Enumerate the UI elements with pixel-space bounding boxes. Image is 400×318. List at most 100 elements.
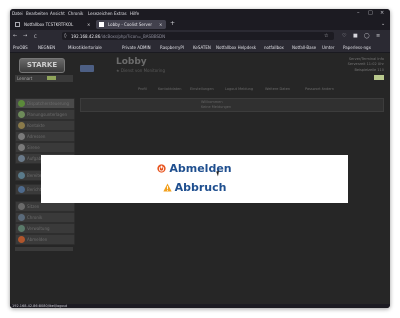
user-status-tag [47,76,56,80]
tab-label: Lobby - Coolist Server [108,22,152,27]
tab-notfallbox[interactable]: Notfallbox TCSTKRTFKOL × [12,20,94,29]
bookmark-item[interactable]: Notfallbox Helpdesk [216,45,256,50]
status-bar: 192.168.42.86:8080/Ikel/logout [10,304,390,308]
logout-dialog: Abmelden Abbruch [41,155,348,203]
power-icon [157,164,167,173]
menu-tools[interactable]: Extras [114,11,127,16]
sidebar-item-icon [18,172,25,179]
bookmark-item[interactable]: Notfall-Base [292,45,316,50]
sidebar-item-icon [18,100,25,107]
user-box: Lennart [15,75,73,82]
sidebar-item-label: Sirene [27,145,40,150]
menu-view[interactable]: Ansicht [50,11,65,16]
app-logo: STARKE [19,58,65,73]
sidebar-item[interactable]: Sirene [15,142,75,153]
sidebar-item-label: Abmelden [27,237,48,242]
bookmark-item[interactable]: Private ADMIN [122,45,151,50]
menu-history[interactable]: Chronik [68,11,83,16]
bookmark-item[interactable]: RaspberryPI [160,45,184,50]
page-icon [15,22,20,27]
nav-tab[interactable]: Passwort ändern [305,87,334,91]
server-info-line: Serverzeit 11:02 Uhr [347,62,384,66]
bookmark-item[interactable]: notfallbox [264,45,284,50]
bookmark-item[interactable]: KeSATEN [193,45,211,50]
menu-help[interactable]: Hilfe [130,11,139,16]
tab-list-icon[interactable]: ⌄ [381,21,385,27]
sidebar-item-icon [18,144,25,151]
reload-button[interactable]: C [34,34,37,39]
nav-tab[interactable]: Weitere Daten [265,87,290,91]
sidebar-item[interactable]: Kontakte [15,120,75,131]
nav-tab[interactable]: Einstellungen [190,87,214,91]
user-name: Lennart [17,76,33,81]
sidebar-item-label: Planungsunterlagen [27,112,68,117]
nav-tab[interactable]: Logout Meldung [225,87,253,91]
nav-tab[interactable]: Profil [138,87,147,91]
page-icon [99,22,104,27]
bookmarks-toolbar: ProOBS NEGNEN Mikrotiklertoriale Private… [10,42,390,53]
sidebar-item[interactable]: Verwaltung [15,223,75,234]
account-icon[interactable]: ◯ [364,33,370,39]
tab-lobby[interactable]: Lobby - Coolist Server × [96,20,166,29]
close-window-button[interactable]: × [380,10,384,16]
url-path: /idcBoxs/php/?icon=_BASBBSDN [100,34,166,39]
bookmark-item[interactable]: Paperless-ngx [343,45,371,50]
page-title: Lobby [116,57,147,67]
server-info-line: Beispielzeile 110 [354,68,384,72]
menu-edit[interactable]: Bearbeiten [26,11,48,16]
sidebar-item-icon [18,122,25,129]
sidebar-item[interactable]: Planungsunterlagen [15,109,75,120]
menubar: Datei Bearbeiten Ansicht Chronik Lesezei… [10,9,390,18]
url-host: 192.168.42.86 [71,34,101,39]
forward-button[interactable]: → [23,33,27,39]
menu-bookmarks[interactable]: Lesezeichen [88,11,113,16]
nav-tab[interactable]: Kontaktdaten [158,87,182,91]
server-info-line: Server/Terminal Info [348,57,384,61]
extensions-icon[interactable]: ■ [353,33,358,39]
sidebar-item[interactable]: Abmelden [15,234,75,245]
tab-label: Notfallbox TCSTKRTFKOL [24,22,74,27]
url-field[interactable]: ◊ 192.168.42.86/idcBoxs/php/?icon=_BASBB… [62,32,334,40]
sidebar-item-icon [18,133,25,140]
sidebar-item-icon [18,111,25,118]
minimize-button[interactable]: – [357,10,360,16]
content-line: Willkommen [201,100,223,104]
sidebar-item-label: Verwaltung [27,226,50,231]
new-tab-button[interactable]: + [170,20,175,27]
navigation-toolbar: ← → C ◊ 192.168.42.86/idcBoxs/php/?icon=… [10,30,390,42]
content-line: Keine Meldungen [201,105,232,109]
tab-close-icon[interactable]: × [159,22,162,27]
sidebar-footer [15,247,73,251]
logout-button[interactable]: Abmelden [41,162,348,180]
back-button[interactable]: ← [13,33,17,39]
shield-icon[interactable]: ◊ [64,33,66,39]
bookmark-item[interactable]: ProOBS [13,45,28,50]
sidebar-item[interactable]: Dispatchersteuerung [15,98,75,109]
bookmark-item[interactable]: Umter [322,45,335,50]
sidebar-item-label: Kontakte [27,123,45,128]
content-panel: Willkommen Keine Meldungen [80,98,384,112]
sidebar-item-icon [18,225,25,232]
sidebar-item[interactable]: Chronik [15,212,75,223]
warning-icon [162,183,172,192]
sidebar-item[interactable]: Adressen [15,131,75,142]
status-button[interactable] [374,75,384,80]
bookmark-item[interactable]: NEGNEN [38,45,55,50]
sidebar-item-label: Adressen [27,134,46,139]
app-menu-icon[interactable]: ≡ [376,33,380,39]
status-url: 192.168.42.86:8080/Ikel/logout [12,304,68,308]
tab-close-icon[interactable]: × [87,22,90,27]
sidebar-item-label: Sitzen [27,204,40,209]
page-subtitle: ★ Dienst von Monitoring [116,68,165,73]
url-text: 192.168.42.86/idcBoxs/php/?icon=_BASBBSD… [71,34,165,39]
sidebar-item-icon [18,214,25,221]
bookmark-star-icon[interactable]: ☆ [324,33,328,39]
maximize-button[interactable]: □ [368,10,373,16]
sidebar-item-label: Chronik [27,215,43,220]
logout-label: Abmelden [169,162,232,175]
pocket-icon[interactable]: ♡ [342,33,346,39]
bookmark-item[interactable]: Mikrotiklertoriale [68,45,102,50]
menu-file[interactable]: Datei [12,11,23,16]
sidebar-item-icon [18,155,25,162]
cancel-button[interactable]: Abbruch [41,181,348,199]
